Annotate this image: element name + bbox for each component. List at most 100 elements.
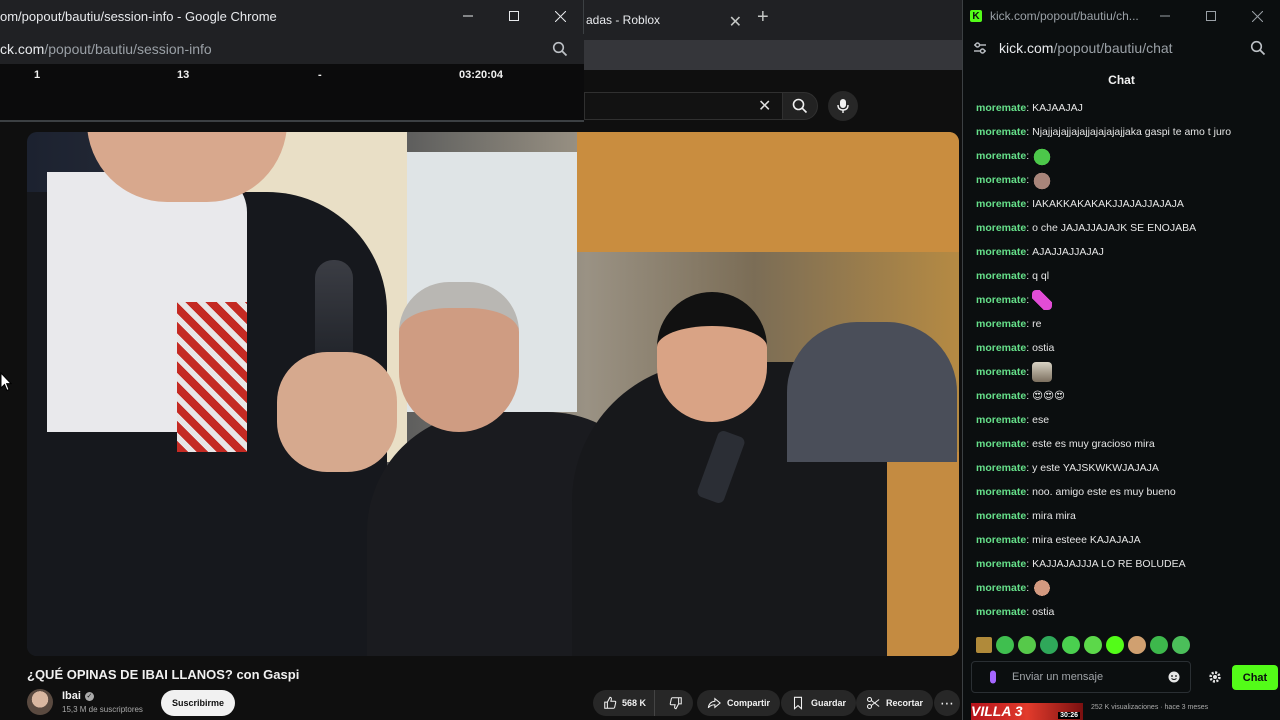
chat-username[interactable]: moremate — [976, 198, 1026, 210]
video-player[interactable] — [27, 132, 959, 656]
save-button[interactable]: Guardar — [781, 690, 857, 716]
voice-search-button[interactable] — [828, 91, 858, 121]
chat-message-text: noo. amigo este es muy bueno — [1032, 486, 1176, 498]
browser-tab-roblox[interactable]: adas - Roblox ✕ — [584, 4, 774, 36]
hand — [277, 352, 397, 472]
chat-message-text: AJAJJAJJAJAJ — [1032, 246, 1104, 258]
chat-message: moremate: — [976, 576, 1276, 600]
emoji-icon[interactable] — [1168, 671, 1180, 683]
thumbs-down-icon — [669, 697, 682, 710]
chat-username[interactable]: moremate — [976, 414, 1026, 426]
chat-username[interactable]: moremate — [976, 510, 1026, 522]
hat-emote-icon[interactable] — [1128, 636, 1146, 654]
chat-message-text: q ql — [1032, 270, 1050, 282]
url-path: /popout/bautiu/chat — [1053, 40, 1173, 56]
smirk-emote-icon[interactable] — [1150, 636, 1168, 654]
chat-username[interactable]: moremate — [976, 462, 1026, 474]
face-emote-icon — [1032, 578, 1053, 598]
maximize-button[interactable] — [1188, 0, 1234, 32]
tab-close-icon[interactable]: ✕ — [729, 12, 742, 32]
emote-picker-icon[interactable] — [976, 637, 992, 653]
emote-quick-bar — [976, 636, 1190, 654]
channel-avatar[interactable] — [27, 689, 53, 715]
chat-separator: : — [1026, 294, 1030, 306]
kick-emote-icon[interactable] — [1106, 636, 1124, 654]
chat-username[interactable]: moremate — [976, 486, 1026, 498]
subscribe-button[interactable]: Suscribirme — [161, 690, 236, 716]
chat-input-box[interactable] — [971, 661, 1191, 693]
pink-emote-icon — [1032, 290, 1053, 310]
clip-button[interactable]: Recortar — [856, 690, 934, 716]
channel-name-text[interactable]: Ibai — [62, 690, 81, 702]
chat-username[interactable]: moremate — [976, 558, 1026, 570]
address-bar[interactable]: ck.com/popout/bautiu/session-info — [0, 34, 584, 64]
minimize-icon — [463, 15, 473, 17]
search-button[interactable] — [782, 92, 818, 120]
clip-label: Recortar — [886, 698, 924, 708]
chat-username[interactable]: moremate — [976, 246, 1026, 258]
chat-username[interactable]: moremate — [976, 174, 1026, 186]
gear-icon[interactable] — [1208, 670, 1222, 684]
chat-separator: : — [1026, 414, 1030, 426]
like-button[interactable]: 568 K — [593, 690, 656, 716]
more-actions-button[interactable]: ⋯ — [934, 690, 960, 716]
cat-emote-icon — [1032, 170, 1053, 190]
minimize-icon — [1160, 15, 1170, 17]
chat-username[interactable]: moremate — [976, 270, 1026, 282]
chat-separator: : — [1026, 438, 1030, 450]
dislike-button[interactable] — [661, 690, 691, 716]
chat-address-bar[interactable]: kick.com/popout/bautiu/chat — [963, 32, 1280, 64]
close-button[interactable] — [537, 0, 583, 32]
channel-name[interactable]: Ibai ✓ — [62, 690, 94, 702]
chat-username[interactable]: moremate — [976, 102, 1026, 114]
chat-message-text: mira mira — [1032, 510, 1076, 522]
voice-icon[interactable] — [986, 670, 1000, 684]
chat-username[interactable]: moremate — [976, 534, 1026, 546]
chat-username[interactable]: moremate — [976, 582, 1026, 594]
youtube-search-input[interactable] — [584, 92, 782, 120]
close-button[interactable] — [1234, 0, 1280, 32]
pepe-emote-icon[interactable] — [1018, 636, 1036, 654]
minimize-button[interactable] — [1142, 0, 1188, 32]
chat-username[interactable]: moremate — [976, 318, 1026, 330]
chat-username[interactable]: moremate — [976, 606, 1026, 618]
maximize-button[interactable] — [491, 0, 537, 32]
tab-title: adas - Roblox — [586, 13, 661, 27]
chat-separator: : — [1026, 246, 1030, 258]
zoom-search-icon[interactable] — [552, 41, 568, 57]
chat-username[interactable]: moremate — [976, 126, 1026, 138]
chat-username[interactable]: moremate — [976, 390, 1026, 402]
pepe-cry-emote-icon[interactable] — [1172, 636, 1190, 654]
chat-username[interactable]: moremate — [976, 342, 1026, 354]
minimize-button[interactable] — [445, 0, 491, 32]
chat-message-text: KAJJAJAJJJA LO RE BOLUDEA — [1032, 558, 1186, 570]
chat-send-button[interactable]: Chat — [1232, 665, 1278, 690]
new-tab-button[interactable]: + — [757, 6, 769, 29]
like-dislike-group: 568 K — [593, 690, 693, 716]
search-clear-icon[interactable]: ✕ — [758, 96, 771, 116]
happy-frog-emote-icon[interactable] — [1062, 636, 1080, 654]
chat-message: moremate: noo. amigo este es muy bueno — [976, 480, 1276, 504]
kick-logo-icon: K — [970, 10, 982, 22]
chat-message-text: ese — [1032, 414, 1050, 426]
chat-message: moremate: KAJJAJAJJJA LO RE BOLUDEA — [976, 552, 1276, 576]
chat-message-input[interactable] — [1012, 671, 1162, 683]
chat-separator: : — [1026, 558, 1030, 570]
chat-separator: : — [1026, 222, 1030, 234]
chat-username[interactable]: moremate — [976, 222, 1026, 234]
chat-username[interactable]: moremate — [976, 366, 1026, 378]
share-button[interactable]: Compartir — [697, 690, 781, 716]
chat-username[interactable]: moremate — [976, 438, 1026, 450]
chat-username[interactable]: moremate — [976, 150, 1026, 162]
zoom-search-icon[interactable] — [1250, 40, 1266, 56]
chat-username[interactable]: moremate — [976, 294, 1026, 306]
chat-message-list[interactable]: moremate: KAJAAJAJ moremate: Njajjajajjajaj… — [976, 96, 1276, 624]
session-info-window: om/popout/bautiu/session-info - Google C… — [0, 0, 584, 122]
site-settings-icon[interactable] — [973, 41, 987, 55]
cap-frog-emote-icon[interactable] — [1040, 636, 1058, 654]
frog-emote-icon[interactable] — [996, 636, 1014, 654]
cup-frog-emote-icon[interactable] — [1084, 636, 1102, 654]
recommended-video-thumbnail[interactable]: VILLA 3 30:26 — [971, 703, 1083, 720]
chat-message: moremate: KAJAAJAJ — [976, 96, 1276, 120]
chat-separator: : — [1026, 366, 1030, 378]
